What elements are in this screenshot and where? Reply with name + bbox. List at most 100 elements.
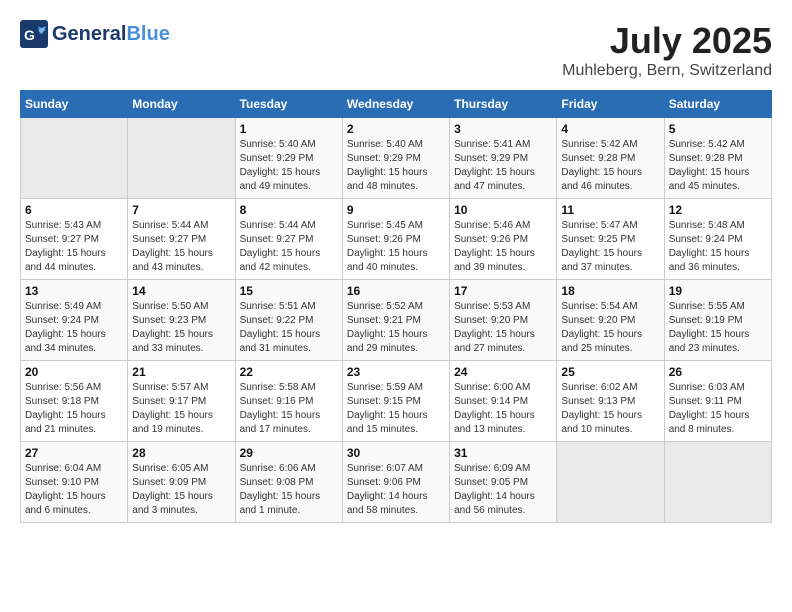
day-number: 17: [454, 284, 552, 298]
weekday-header-wednesday: Wednesday: [342, 91, 449, 118]
calendar-table: SundayMondayTuesdayWednesdayThursdayFrid…: [20, 90, 772, 523]
logo-blue: Blue: [126, 23, 169, 45]
day-number: 12: [669, 203, 767, 217]
calendar-cell: 25 Sunrise: 6:02 AM Sunset: 9:13 PM Dayli…: [557, 361, 664, 442]
weekday-header-saturday: Saturday: [664, 91, 771, 118]
day-detail: Sunrise: 5:47 AM Sunset: 9:25 PM Dayligh…: [561, 219, 659, 275]
month-title: July 2025: [562, 20, 772, 62]
day-detail: Sunrise: 5:40 AM Sunset: 9:29 PM Dayligh…: [240, 138, 338, 194]
logo-general: General: [52, 23, 126, 45]
calendar-cell: [664, 442, 771, 523]
day-number: 1: [240, 122, 338, 136]
day-detail: Sunrise: 6:03 AM Sunset: 9:11 PM Dayligh…: [669, 381, 767, 437]
calendar-cell: 15 Sunrise: 5:51 AM Sunset: 9:22 PM Dayli…: [235, 280, 342, 361]
calendar-cell: 1 Sunrise: 5:40 AM Sunset: 9:29 PM Daylig…: [235, 118, 342, 199]
calendar-cell: 28 Sunrise: 6:05 AM Sunset: 9:09 PM Dayli…: [128, 442, 235, 523]
day-number: 29: [240, 446, 338, 460]
calendar-week-2: 6 Sunrise: 5:43 AM Sunset: 9:27 PM Daylig…: [21, 199, 772, 280]
location-title: Muhleberg, Bern, Switzerland: [562, 62, 772, 80]
day-detail: Sunrise: 6:02 AM Sunset: 9:13 PM Dayligh…: [561, 381, 659, 437]
calendar-cell: 24Sunrise: 6:00 AM Sunset: 9:14 PM Dayli…: [450, 361, 557, 442]
day-number: 16: [347, 284, 445, 298]
calendar-cell: 5 Sunrise: 5:42 AM Sunset: 9:28 PM Daylig…: [664, 118, 771, 199]
calendar-cell: 21 Sunrise: 5:57 AM Sunset: 9:17 PM Dayli…: [128, 361, 235, 442]
day-number: 24: [454, 365, 552, 379]
calendar-cell: 23 Sunrise: 5:59 AM Sunset: 9:15 PM Dayli…: [342, 361, 449, 442]
day-number: 23: [347, 365, 445, 379]
calendar-cell: 14Sunrise: 5:50 AM Sunset: 9:23 PM Dayli…: [128, 280, 235, 361]
day-number: 25: [561, 365, 659, 379]
calendar-cell: 19Sunrise: 5:55 AM Sunset: 9:19 PM Dayli…: [664, 280, 771, 361]
calendar-cell: 11 Sunrise: 5:47 AM Sunset: 9:25 PM Dayli…: [557, 199, 664, 280]
day-detail: Sunrise: 5:42 AM Sunset: 9:28 PM Dayligh…: [669, 138, 767, 194]
day-number: 7: [132, 203, 230, 217]
calendar-cell: 20Sunrise: 5:56 AM Sunset: 9:18 PM Dayli…: [21, 361, 128, 442]
day-number: 27: [25, 446, 123, 460]
calendar-cell: 16 Sunrise: 5:52 AM Sunset: 9:21 PM Dayli…: [342, 280, 449, 361]
weekday-header-tuesday: Tuesday: [235, 91, 342, 118]
day-detail: Sunrise: 6:09 AM Sunset: 9:05 PM Dayligh…: [454, 462, 552, 518]
calendar-week-4: 20Sunrise: 5:56 AM Sunset: 9:18 PM Dayli…: [21, 361, 772, 442]
day-detail: Sunrise: 5:41 AM Sunset: 9:29 PM Dayligh…: [454, 138, 552, 194]
day-number: 3: [454, 122, 552, 136]
day-number: 15: [240, 284, 338, 298]
day-detail: Sunrise: 5:59 AM Sunset: 9:15 PM Dayligh…: [347, 381, 445, 437]
weekday-header-thursday: Thursday: [450, 91, 557, 118]
calendar-cell: 17Sunrise: 5:53 AM Sunset: 9:20 PM Dayli…: [450, 280, 557, 361]
title-block: July 2025 Muhleberg, Bern, Switzerland: [562, 20, 772, 80]
day-detail: Sunrise: 5:44 AM Sunset: 9:27 PM Dayligh…: [240, 219, 338, 275]
weekday-header-friday: Friday: [557, 91, 664, 118]
calendar-cell: 26 Sunrise: 6:03 AM Sunset: 9:11 PM Dayli…: [664, 361, 771, 442]
calendar-cell: [128, 118, 235, 199]
calendar-cell: 13Sunrise: 5:49 AM Sunset: 9:24 PM Dayli…: [21, 280, 128, 361]
day-detail: Sunrise: 5:56 AM Sunset: 9:18 PM Dayligh…: [25, 381, 123, 437]
weekday-header-sunday: Sunday: [21, 91, 128, 118]
day-number: 28: [132, 446, 230, 460]
calendar-cell: 4 Sunrise: 5:42 AM Sunset: 9:28 PM Daylig…: [557, 118, 664, 199]
day-number: 6: [25, 203, 123, 217]
calendar-cell: 3 Sunrise: 5:41 AM Sunset: 9:29 PM Daylig…: [450, 118, 557, 199]
weekday-header-row: SundayMondayTuesdayWednesdayThursdayFrid…: [21, 91, 772, 118]
day-number: 22: [240, 365, 338, 379]
logo: G GeneralBlue: [20, 20, 170, 48]
day-number: 2: [347, 122, 445, 136]
day-detail: Sunrise: 5:58 AM Sunset: 9:16 PM Dayligh…: [240, 381, 338, 437]
day-detail: Sunrise: 5:43 AM Sunset: 9:27 PM Dayligh…: [25, 219, 123, 275]
day-detail: Sunrise: 6:06 AM Sunset: 9:08 PM Dayligh…: [240, 462, 338, 518]
day-number: 18: [561, 284, 659, 298]
weekday-header-monday: Monday: [128, 91, 235, 118]
day-detail: Sunrise: 5:42 AM Sunset: 9:28 PM Dayligh…: [561, 138, 659, 194]
day-number: 11: [561, 203, 659, 217]
calendar-cell: [21, 118, 128, 199]
calendar-week-1: 1 Sunrise: 5:40 AM Sunset: 9:29 PM Daylig…: [21, 118, 772, 199]
calendar-cell: 22 Sunrise: 5:58 AM Sunset: 9:16 PM Dayli…: [235, 361, 342, 442]
day-detail: Sunrise: 5:45 AM Sunset: 9:26 PM Dayligh…: [347, 219, 445, 275]
calendar-cell: 2Sunrise: 5:40 AM Sunset: 9:29 PM Daylig…: [342, 118, 449, 199]
day-detail: Sunrise: 5:44 AM Sunset: 9:27 PM Dayligh…: [132, 219, 230, 275]
day-number: 26: [669, 365, 767, 379]
day-number: 9: [347, 203, 445, 217]
day-detail: Sunrise: 5:57 AM Sunset: 9:17 PM Dayligh…: [132, 381, 230, 437]
day-detail: Sunrise: 5:52 AM Sunset: 9:21 PM Dayligh…: [347, 300, 445, 356]
day-detail: Sunrise: 5:51 AM Sunset: 9:22 PM Dayligh…: [240, 300, 338, 356]
day-number: 13: [25, 284, 123, 298]
calendar-cell: 10Sunrise: 5:46 AM Sunset: 9:26 PM Dayli…: [450, 199, 557, 280]
day-detail: Sunrise: 6:05 AM Sunset: 9:09 PM Dayligh…: [132, 462, 230, 518]
day-number: 5: [669, 122, 767, 136]
day-detail: Sunrise: 5:48 AM Sunset: 9:24 PM Dayligh…: [669, 219, 767, 275]
svg-text:G: G: [24, 27, 35, 43]
day-detail: Sunrise: 6:07 AM Sunset: 9:06 PM Dayligh…: [347, 462, 445, 518]
calendar-cell: 27Sunrise: 6:04 AM Sunset: 9:10 PM Dayli…: [21, 442, 128, 523]
calendar-week-5: 27Sunrise: 6:04 AM Sunset: 9:10 PM Dayli…: [21, 442, 772, 523]
calendar-body: 1 Sunrise: 5:40 AM Sunset: 9:29 PM Daylig…: [21, 118, 772, 523]
calendar-cell: 7 Sunrise: 5:44 AM Sunset: 9:27 PM Daylig…: [128, 199, 235, 280]
day-number: 14: [132, 284, 230, 298]
day-number: 21: [132, 365, 230, 379]
day-number: 10: [454, 203, 552, 217]
day-number: 4: [561, 122, 659, 136]
day-detail: Sunrise: 5:54 AM Sunset: 9:20 PM Dayligh…: [561, 300, 659, 356]
calendar-cell: 30Sunrise: 6:07 AM Sunset: 9:06 PM Dayli…: [342, 442, 449, 523]
calendar-cell: 6 Sunrise: 5:43 AM Sunset: 9:27 PM Daylig…: [21, 199, 128, 280]
calendar-cell: 31Sunrise: 6:09 AM Sunset: 9:05 PM Dayli…: [450, 442, 557, 523]
page-header: G GeneralBlue July 2025 Muhleberg, Bern,…: [20, 20, 772, 80]
